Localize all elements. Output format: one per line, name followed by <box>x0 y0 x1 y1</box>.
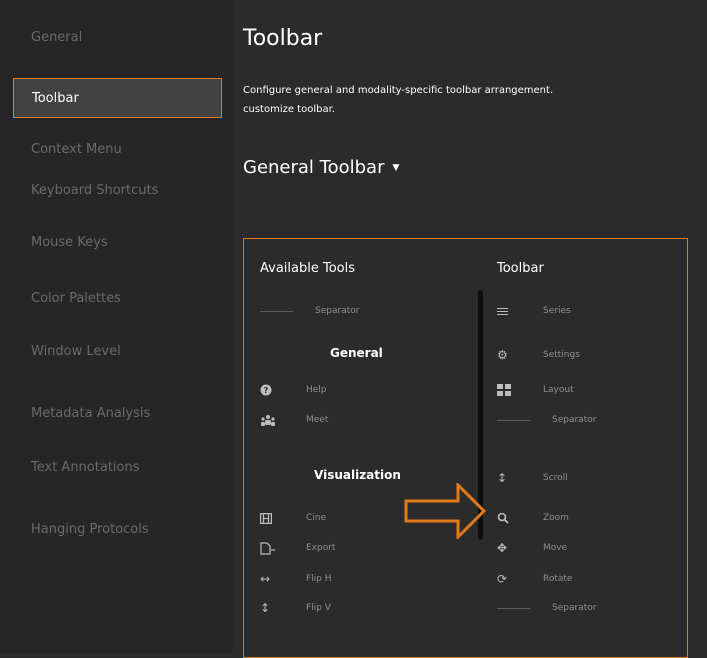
toolbar-item-separator[interactable]: Separator <box>497 598 596 618</box>
toolbar-item-scroll[interactable]: ↕ Scroll <box>497 468 568 488</box>
cine-icon <box>260 511 282 525</box>
sidebar-item-toolbar[interactable]: Toolbar <box>13 78 222 118</box>
flip-h-icon: ↔ <box>260 572 271 586</box>
scroll-icon: ↕ <box>497 471 508 485</box>
main-content: Toolbar Configure general and modality-s… <box>233 0 707 658</box>
toolbar-item-separator[interactable]: Separator <box>497 410 596 430</box>
sidebar-item-metadata-analysis[interactable]: Metadata Analysis <box>0 393 222 433</box>
sidebar-item-keyboard-shortcuts[interactable]: Keyboard Shortcuts <box>0 170 222 210</box>
available-tools-heading: Available Tools <box>260 261 355 276</box>
available-tool-separator[interactable]: Separator <box>260 301 359 321</box>
toolbar-item-settings[interactable]: ⚙ Settings <box>497 345 580 365</box>
series-icon <box>497 304 519 318</box>
toolbar-heading: Toolbar <box>497 261 544 276</box>
sidebar-item-text-annotations[interactable]: Text Annotations <box>0 447 222 487</box>
callout-arrow-icon <box>404 483 486 539</box>
available-tool-cine[interactable]: Cine <box>260 508 326 528</box>
separator-line-icon <box>260 310 293 312</box>
available-tool-export[interactable]: Export <box>260 538 335 558</box>
available-tool-flip-v[interactable]: ↕ Flip V <box>260 598 331 618</box>
caret-down-icon: ▼ <box>392 162 400 173</box>
meet-icon <box>260 413 282 427</box>
visualization-group-heading: Visualization <box>314 468 401 482</box>
page-title: Toolbar <box>243 26 323 51</box>
page-description: Configure general and modality-specific … <box>243 85 554 115</box>
available-tool-help[interactable]: ? Help <box>260 380 327 400</box>
rotate-icon: ⟳ <box>497 572 508 586</box>
toolbar-item-move[interactable]: ✥ Move <box>497 538 567 558</box>
export-icon <box>260 541 282 555</box>
layout-icon <box>497 383 519 397</box>
available-tool-flip-h[interactable]: ↔ Flip H <box>260 569 332 589</box>
toolbar-item-series[interactable]: Series <box>497 301 571 321</box>
toolbar-editor-panel: Available Tools Toolbar Separator Genera… <box>243 238 688 658</box>
general-group-heading: General <box>330 346 383 360</box>
sidebar-item-context-menu[interactable]: Context Menu <box>0 129 222 169</box>
toolbar-type-dropdown[interactable]: General Toolbar ▼ <box>243 157 399 178</box>
settings-icon: ⚙ <box>497 348 508 362</box>
zoom-icon <box>497 511 519 525</box>
sidebar-item-mouse-keys[interactable]: Mouse Keys <box>0 222 222 262</box>
sidebar-item-general[interactable]: General <box>0 17 222 57</box>
separator-line-icon <box>497 607 530 609</box>
toolbar-item-rotate[interactable]: ⟳ Rotate <box>497 569 572 589</box>
separator-line-icon <box>497 419 530 421</box>
flip-v-icon: ↕ <box>260 601 271 615</box>
toolbar-item-layout[interactable]: Layout <box>497 380 574 400</box>
available-tool-meet[interactable]: Meet <box>260 410 328 430</box>
sidebar-item-hanging-protocols[interactable]: Hanging Protocols <box>0 509 222 549</box>
toolbar-type-value: General Toolbar <box>243 157 385 178</box>
help-icon: ? <box>260 383 282 397</box>
move-icon: ✥ <box>497 541 508 555</box>
toolbar-item-zoom[interactable]: Zoom <box>497 508 569 528</box>
sidebar-item-window-level[interactable]: Window Level <box>0 331 222 371</box>
svg-text:?: ? <box>264 386 269 395</box>
sidebar-item-color-palettes[interactable]: Color Palettes <box>0 278 222 318</box>
settings-sidebar: General Toolbar Context Menu Keyboard Sh… <box>0 0 233 653</box>
